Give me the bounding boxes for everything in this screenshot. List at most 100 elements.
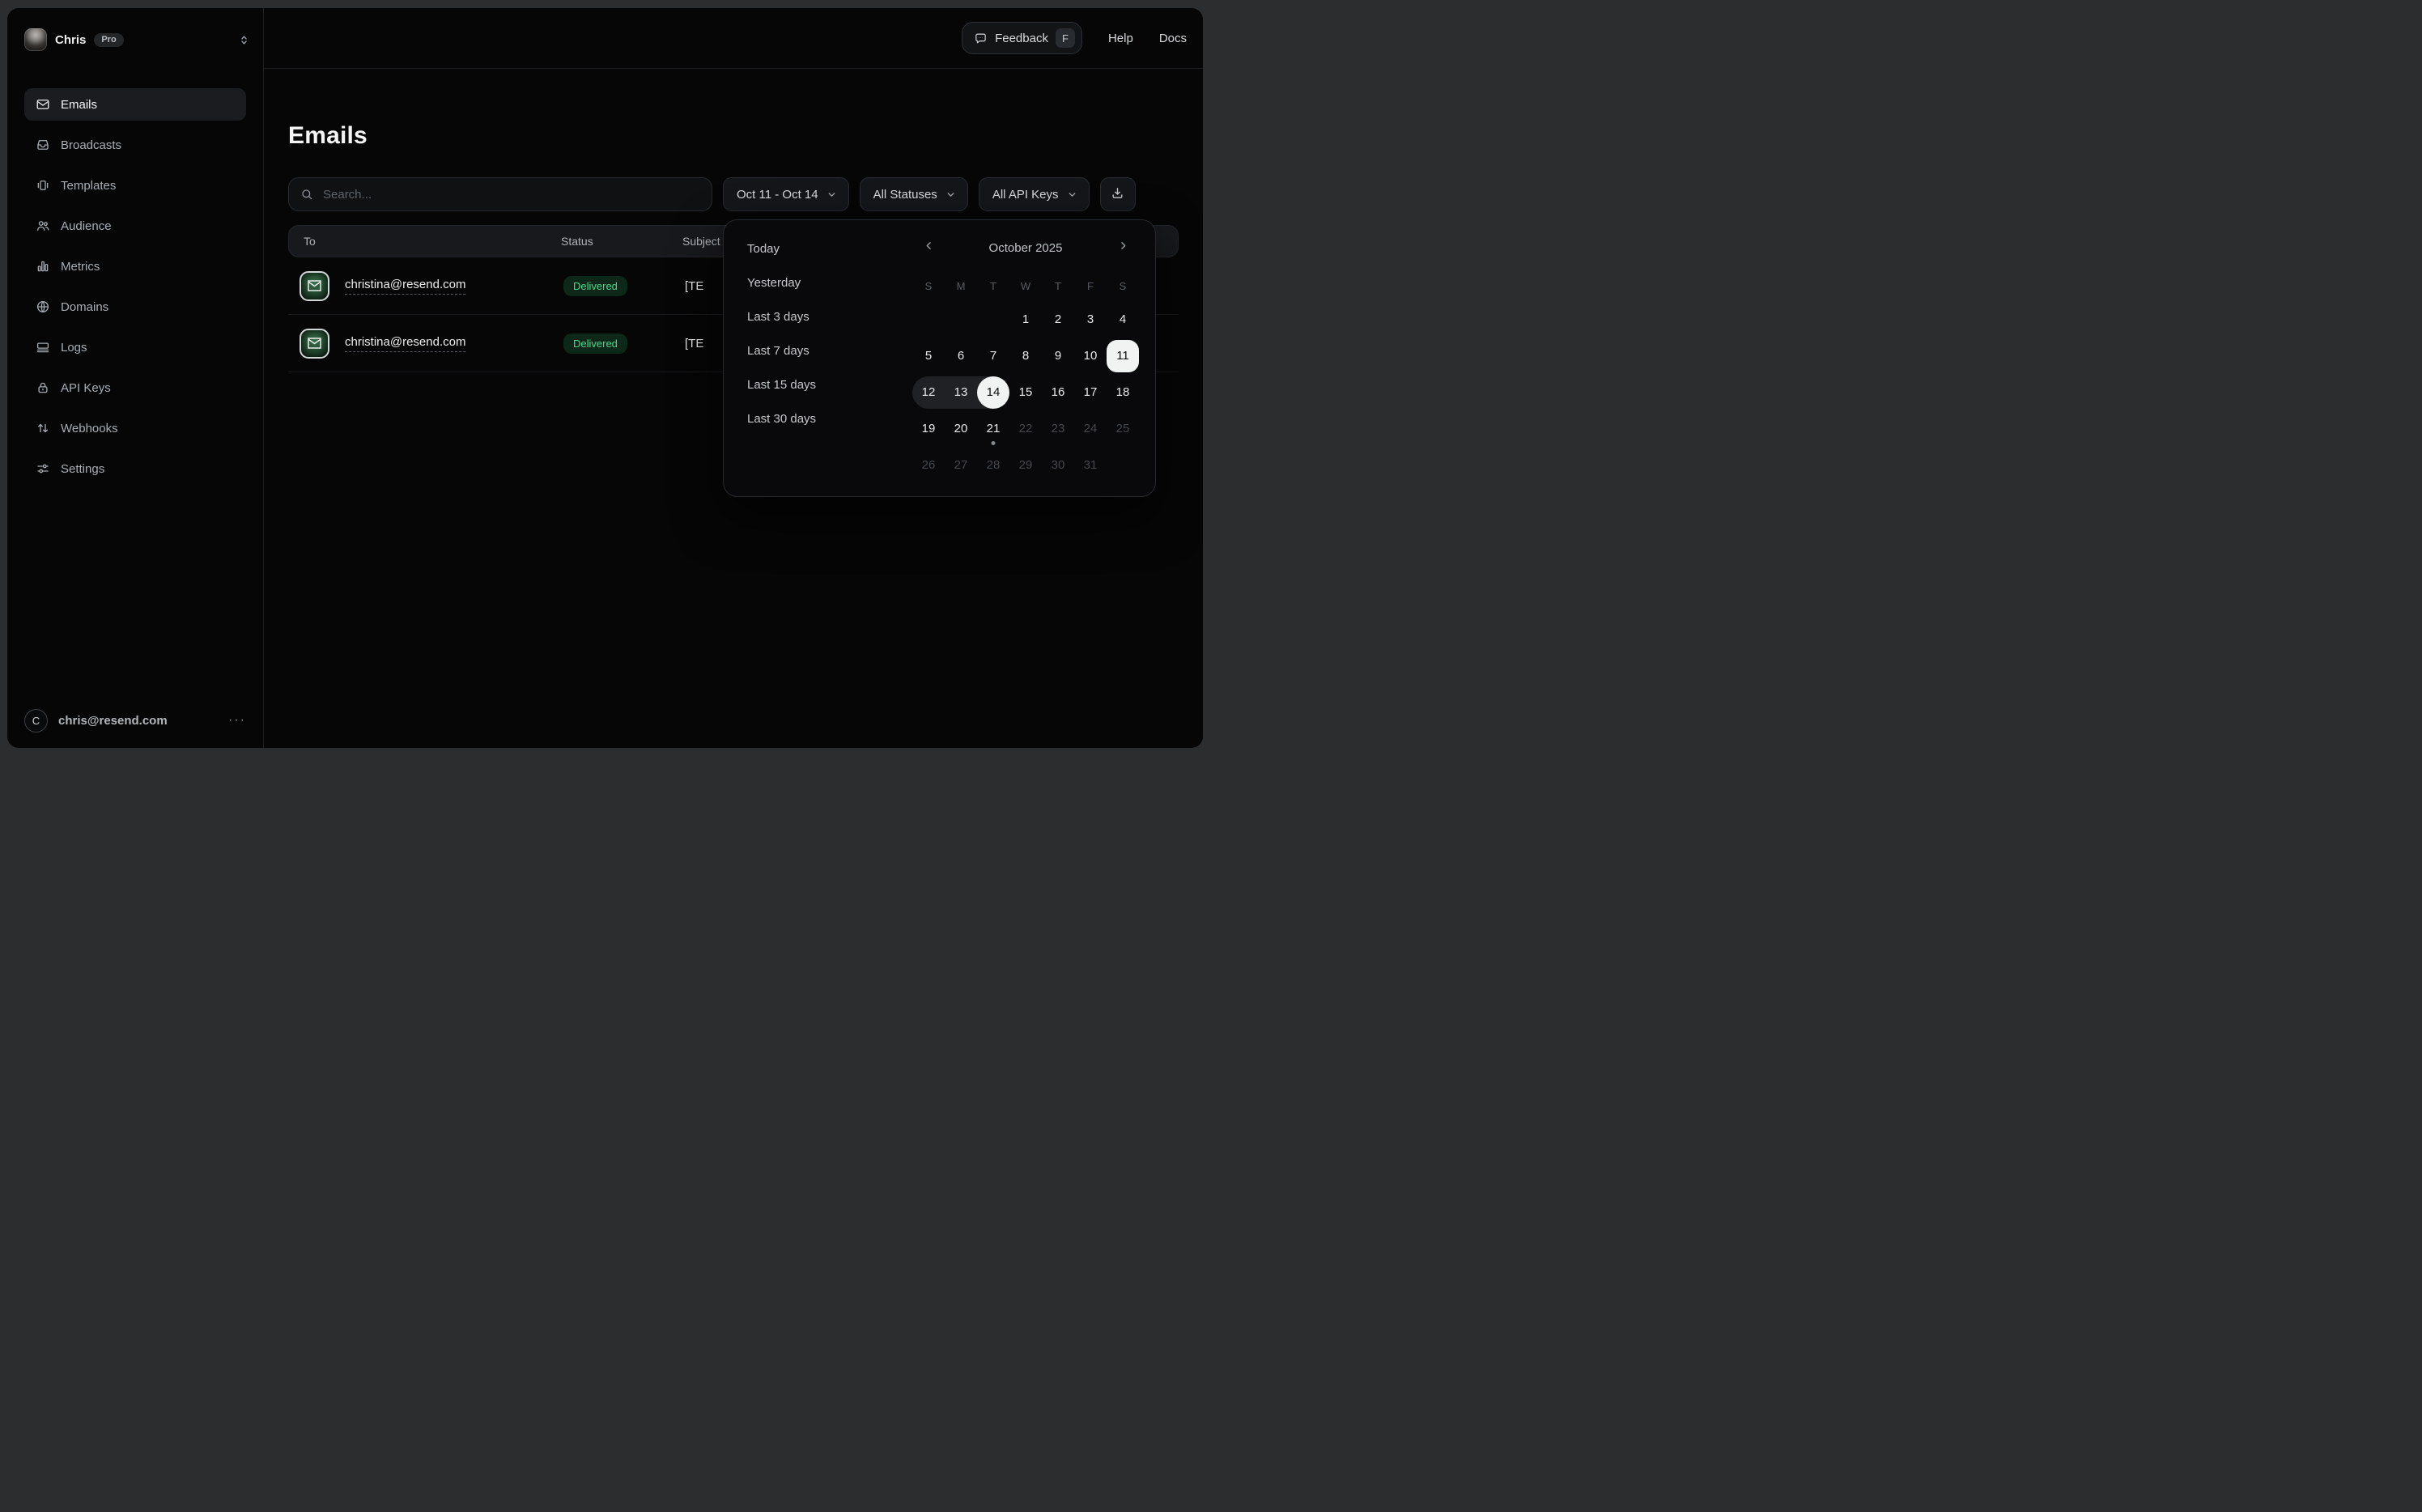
calendar-week: 12131415161718 xyxy=(912,374,1139,410)
workspace-name: Chris xyxy=(55,33,86,47)
chevron-down-icon xyxy=(1067,189,1077,200)
calendar-day[interactable]: 2 xyxy=(1042,304,1074,336)
sidebar-item-label: Settings xyxy=(61,462,104,476)
to-cell: christina@resend.com xyxy=(288,271,563,301)
search-box xyxy=(288,177,712,211)
sidebar-item-domains[interactable]: Domains xyxy=(24,291,246,323)
calendar-day[interactable]: 29 xyxy=(1009,449,1042,482)
plan-badge: Pro xyxy=(94,33,123,47)
app-window: Chris Pro Emails Broadcasts Templates Au… xyxy=(7,8,1203,748)
date-preset-option[interactable]: Last 30 days xyxy=(740,401,886,435)
feedback-button[interactable]: Feedback F xyxy=(962,22,1082,54)
search-input[interactable] xyxy=(321,187,700,202)
date-picker-popover: TodayYesterdayLast 3 daysLast 7 daysLast… xyxy=(723,219,1156,497)
chevron-right-icon xyxy=(1117,240,1129,256)
calendar-day[interactable]: 10 xyxy=(1074,340,1107,372)
arrows-up-down-icon xyxy=(36,421,50,435)
globe-icon xyxy=(36,299,50,314)
calendar-day[interactable]: 26 xyxy=(912,449,945,482)
date-preset-option[interactable]: Today xyxy=(740,231,886,265)
calendar-day[interactable]: 11 xyxy=(1107,340,1139,372)
desktop-frame: Chris Pro Emails Broadcasts Templates Au… xyxy=(0,0,1211,756)
sidebar-item-templates[interactable]: Templates xyxy=(24,169,246,202)
date-preset-option[interactable]: Last 3 days xyxy=(740,299,886,333)
weekday-label: T xyxy=(1042,272,1074,301)
next-month-button[interactable] xyxy=(1107,231,1139,264)
workspace-switcher[interactable]: Chris Pro xyxy=(24,28,250,52)
calendar-day[interactable]: 21 xyxy=(977,413,1009,445)
status-filter-dropdown[interactable]: All Statuses xyxy=(860,177,968,211)
help-link[interactable]: Help xyxy=(1108,32,1133,45)
calendar-day[interactable]: 25 xyxy=(1107,413,1139,445)
calendar-day[interactable]: 4 xyxy=(1107,304,1139,336)
calendar-day[interactable]: 1 xyxy=(1009,304,1042,336)
date-preset-option[interactable]: Last 7 days xyxy=(740,333,886,367)
api-key-filter-value: All API Keys xyxy=(992,188,1059,202)
sidebar-item-logs[interactable]: Logs xyxy=(24,331,246,363)
calendar-day[interactable]: 15 xyxy=(1009,376,1042,409)
sidebar-item-label: Broadcasts xyxy=(61,138,121,152)
sidebar-item-webhooks[interactable]: Webhooks xyxy=(24,412,246,444)
recipient-email[interactable]: christina@resend.com xyxy=(345,278,465,295)
calendar-day[interactable]: 17 xyxy=(1074,376,1107,409)
sidebar-item-label: Audience xyxy=(61,219,112,233)
weekday-label: M xyxy=(945,272,977,301)
calendar-day[interactable]: 24 xyxy=(1074,413,1107,445)
calendar-day[interactable]: 7 xyxy=(977,340,1009,372)
calendar-day[interactable]: 31 xyxy=(1074,449,1107,482)
calendar-day[interactable]: 12 xyxy=(912,376,945,409)
docs-link[interactable]: Docs xyxy=(1159,32,1187,45)
calendar-day[interactable]: 20 xyxy=(945,413,977,445)
sidebar-item-metrics[interactable]: Metrics xyxy=(24,250,246,282)
sidebar-item-api-keys[interactable]: API Keys xyxy=(24,372,246,404)
calendar-day[interactable]: 28 xyxy=(977,449,1009,482)
weekday-row: SMTWTFS xyxy=(912,272,1139,301)
weekday-label: F xyxy=(1074,272,1107,301)
calendar-day[interactable]: 18 xyxy=(1107,376,1139,409)
date-preset-option[interactable]: Last 15 days xyxy=(740,367,886,401)
sidebar-item-label: API Keys xyxy=(61,381,111,395)
date-range-dropdown[interactable]: Oct 11 - Oct 14 xyxy=(723,177,849,211)
calendar-week: 19202122232425 xyxy=(912,410,1139,447)
calendar-day[interactable]: 30 xyxy=(1042,449,1074,482)
calendar-week: 262728293031 xyxy=(912,447,1139,483)
lock-icon xyxy=(36,380,50,395)
weekday-label: S xyxy=(912,272,945,301)
calendar-day[interactable]: 14 xyxy=(977,376,1009,409)
sidebar-item-audience[interactable]: Audience xyxy=(24,210,246,242)
calendar-day[interactable]: 8 xyxy=(1009,340,1042,372)
calendar-day[interactable]: 3 xyxy=(1074,304,1107,336)
sidebar-item-label: Emails xyxy=(61,98,97,112)
search-icon xyxy=(300,188,313,201)
recipient-email[interactable]: christina@resend.com xyxy=(345,335,465,352)
prev-month-button[interactable] xyxy=(912,231,945,264)
calendar-day[interactable]: 27 xyxy=(945,449,977,482)
status-badge: Delivered xyxy=(563,276,627,296)
sidebar-item-label: Metrics xyxy=(61,260,100,274)
weekday-label: T xyxy=(977,272,1009,301)
to-cell: christina@resend.com xyxy=(288,329,563,359)
page-title: Emails xyxy=(288,122,368,150)
chevron-left-icon xyxy=(923,240,935,256)
calendar-day[interactable]: 22 xyxy=(1009,413,1042,445)
feedback-label: Feedback xyxy=(995,32,1048,45)
calendar-day[interactable]: 23 xyxy=(1042,413,1074,445)
calendar-day[interactable]: 6 xyxy=(945,340,977,372)
calendar-day[interactable]: 16 xyxy=(1042,376,1074,409)
calendar-day[interactable]: 5 xyxy=(912,340,945,372)
sidebar-item-emails[interactable]: Emails xyxy=(24,88,246,121)
calendar-day-empty xyxy=(977,304,1009,336)
export-button[interactable] xyxy=(1100,177,1136,211)
topbar: Feedback F Help Docs xyxy=(264,8,1203,69)
calendar-day[interactable]: 13 xyxy=(945,376,977,409)
date-preset-option[interactable]: Yesterday xyxy=(740,265,886,299)
api-key-filter-dropdown[interactable]: All API Keys xyxy=(979,177,1090,211)
sidebar-item-broadcasts[interactable]: Broadcasts xyxy=(24,129,246,161)
calendar-day[interactable]: 9 xyxy=(1042,340,1074,372)
rows-icon xyxy=(36,340,50,355)
weekday-label: S xyxy=(1107,272,1139,301)
calendar-day[interactable]: 19 xyxy=(912,413,945,445)
chat-bubble-icon xyxy=(974,32,988,45)
sidebar-item-settings[interactable]: Settings xyxy=(24,452,246,485)
chevron-down-icon xyxy=(945,189,956,200)
